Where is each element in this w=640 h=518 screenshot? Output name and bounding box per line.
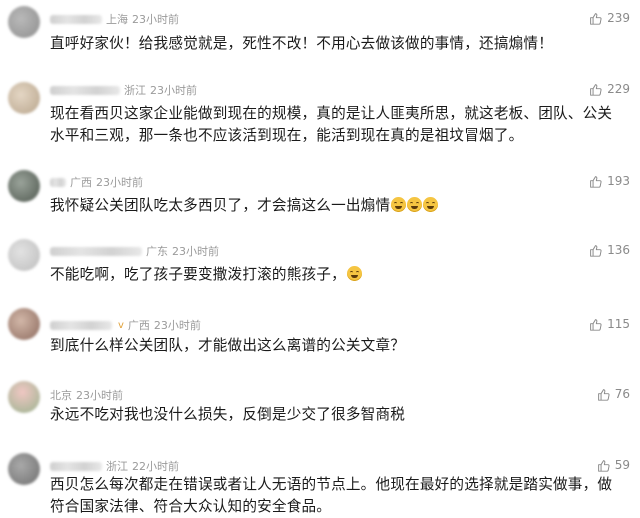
avatar[interactable] xyxy=(8,170,40,202)
avatar[interactable] xyxy=(8,381,40,413)
username[interactable] xyxy=(50,461,102,471)
username[interactable] xyxy=(50,320,112,330)
vip-badge-icon: ⅴ xyxy=(118,319,124,331)
like-button[interactable]: 115 xyxy=(589,317,630,331)
timestamp: 23小时前 xyxy=(172,245,219,258)
like-count: 76 xyxy=(614,387,630,401)
avatar[interactable] xyxy=(8,453,40,485)
timestamp: 23小时前 xyxy=(96,176,143,189)
thumbs-up-icon xyxy=(597,459,610,472)
location: 广西 xyxy=(127,319,150,332)
like-count: 193 xyxy=(607,174,630,188)
comment-text-row: 不能吃啊，吃了孩子要变撒泼打滚的熊孩子， xyxy=(50,264,616,286)
username[interactable] xyxy=(50,177,66,187)
location: 上海 xyxy=(106,13,128,26)
comment-text: 永远不吃对我也没什么损失，反倒是少交了很多智商税 xyxy=(50,406,406,423)
avatar[interactable] xyxy=(8,6,40,38)
username[interactable] xyxy=(50,85,120,95)
thumbs-up-icon xyxy=(597,388,610,401)
comment-text: 不能吃啊，吃了孩子要变撒泼打滚的熊孩子， xyxy=(50,266,346,283)
avatar[interactable] xyxy=(8,82,40,114)
location: 北京 xyxy=(50,389,72,402)
comment-text: 到底什么样公关团队，才能做出这么离谱的公关文章？ xyxy=(50,337,406,354)
thumbs-up-icon xyxy=(590,175,602,188)
location: 浙江 xyxy=(106,460,128,473)
like-count: 59 xyxy=(614,458,630,472)
avatar[interactable] xyxy=(8,239,40,271)
comment-text: 西贝怎么每次都走在错误或者让人无语的节点上。他现在最好的选择就是踏实做事，做符合… xyxy=(50,476,613,515)
timestamp: 22小时前 xyxy=(132,460,179,473)
comment-text: 直呼好家伙！给我感觉就是，死性不改！不用心去做该做的事情，还搞煽情！ xyxy=(50,35,553,52)
timestamp: 23小时前 xyxy=(150,84,197,97)
location: 广东 xyxy=(146,245,168,258)
like-button[interactable]: 193 xyxy=(589,174,630,188)
comment-meta: 广西 23小时前 xyxy=(50,174,143,190)
grin-emoji xyxy=(391,197,407,212)
grin-emoji xyxy=(423,197,439,212)
thumbs-up-icon xyxy=(590,12,602,25)
username[interactable] xyxy=(50,246,142,256)
comment-text-row: 我怀疑公关团队吃太多西贝了，才会搞这么一出煽情 xyxy=(50,195,616,217)
like-count: 229 xyxy=(607,82,630,96)
grin-emoji xyxy=(407,197,423,212)
like-button[interactable]: 239 xyxy=(589,11,630,25)
like-button[interactable]: 136 xyxy=(589,243,630,257)
thumbs-up-icon xyxy=(590,318,602,331)
username[interactable] xyxy=(50,14,102,24)
grin-emoji xyxy=(346,266,362,281)
comment-meta: 上海 23小时前 xyxy=(50,11,179,27)
like-button[interactable]: 76 xyxy=(597,387,630,401)
avatar[interactable] xyxy=(8,308,40,340)
comment-meta: 浙江 23小时前 xyxy=(50,82,197,98)
location: 浙江 xyxy=(124,84,146,97)
like-button[interactable]: 229 xyxy=(589,82,630,96)
comment-meta: 北京 23小时前 xyxy=(50,387,123,403)
location: 广西 xyxy=(70,176,92,189)
thumbs-up-icon xyxy=(590,83,602,96)
timestamp: 23小时前 xyxy=(153,319,201,332)
comment-meta: ⅴ 广西 23小时前 xyxy=(50,317,201,333)
thumbs-up-icon xyxy=(590,244,602,257)
like-count: 115 xyxy=(607,317,630,331)
comment-meta: 广东 23小时前 xyxy=(50,243,219,259)
timestamp: 23小时前 xyxy=(76,389,123,402)
comment-list: 上海 23小时前 239 直呼好家伙！给我感觉就是，死性不改！不用心去做该做的事… xyxy=(0,0,640,517)
comment-text: 我怀疑公关团队吃太多西贝了，才会搞这么一出煽情 xyxy=(50,197,391,214)
like-count: 239 xyxy=(607,11,630,25)
timestamp: 23小时前 xyxy=(132,13,179,26)
comment-text: 现在看西贝这家企业能做到现在的规模，真的是让人匪夷所思，就这老板、团队、公关水平… xyxy=(50,105,613,144)
like-button[interactable]: 59 xyxy=(597,458,630,472)
like-count: 136 xyxy=(607,243,630,257)
comment-meta: 浙江 22小时前 xyxy=(50,458,179,474)
